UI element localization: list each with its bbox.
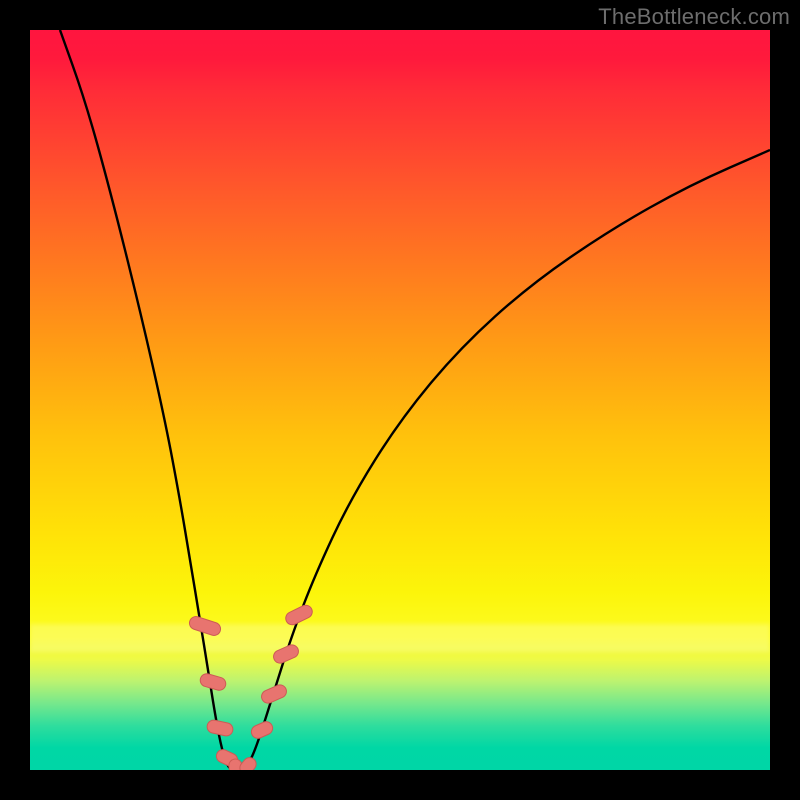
plot-area — [30, 30, 770, 770]
curve-marker — [249, 720, 274, 741]
curve-marker — [271, 643, 300, 665]
curve-marker — [259, 683, 288, 705]
curve-marker — [199, 672, 228, 692]
watermark-text: TheBottleneck.com — [598, 4, 790, 30]
curve-layer — [30, 30, 770, 770]
chart-frame: TheBottleneck.com — [0, 0, 800, 800]
bottleneck-curve — [60, 30, 770, 770]
curve-marker — [206, 719, 234, 737]
curve-marker — [284, 603, 315, 627]
curve-marker — [188, 615, 222, 637]
